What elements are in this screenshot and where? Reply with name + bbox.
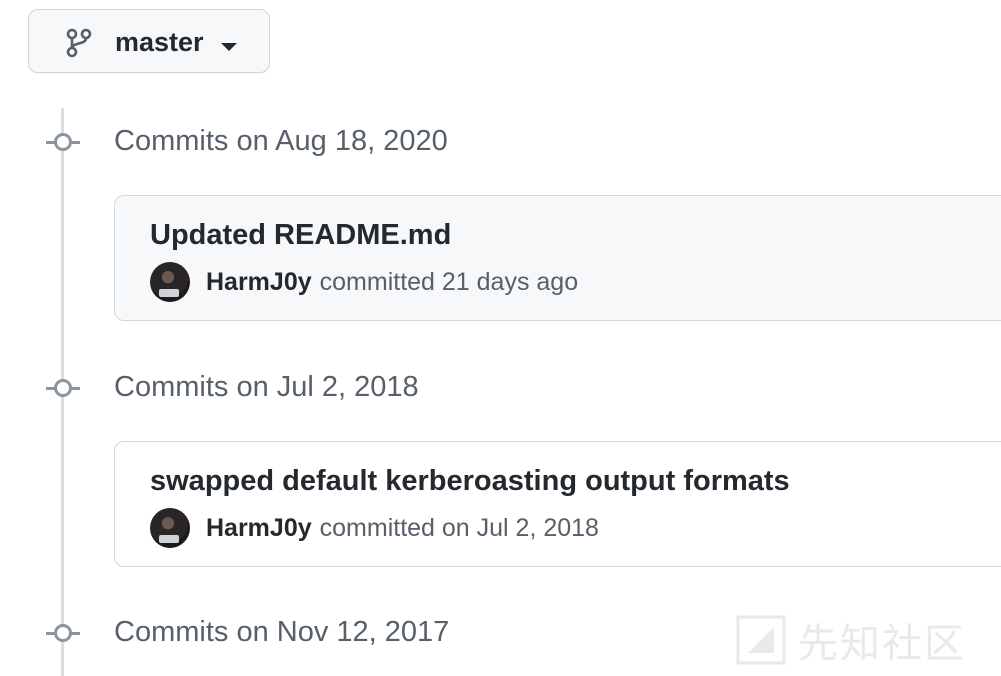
commit-group-heading: Commits on Nov 12, 2017 <box>114 616 450 648</box>
commit-item: swapped default kerberoasting output for… <box>114 441 1001 567</box>
git-branch-icon <box>66 28 92 58</box>
watermark-logo-icon <box>736 615 786 665</box>
triangle-down-icon <box>221 43 237 51</box>
watermark-text: 先知社区 <box>798 621 966 667</box>
commit-item: Updated README.md HarmJ0y committed 21 d… <box>114 195 1001 321</box>
commit-title-link[interactable]: swapped default kerberoasting output for… <box>150 464 790 498</box>
commit-meta: HarmJ0y committed 21 days ago <box>150 262 578 302</box>
commit-author-link[interactable]: HarmJ0y <box>206 514 312 543</box>
commit-group-heading: Commits on Aug 18, 2020 <box>114 125 448 157</box>
commit-group-heading: Commits on Jul 2, 2018 <box>114 371 419 403</box>
watermark: 先知社区 <box>736 612 966 668</box>
commit-meta: HarmJ0y committed on Jul 2, 2018 <box>150 508 599 548</box>
commit-group-icon <box>46 379 80 397</box>
commit-group-icon <box>46 133 80 151</box>
commits-page: master Commits on Aug 18, 2020 Updated R… <box>0 0 1001 676</box>
commit-time: committed on Jul 2, 2018 <box>319 513 599 542</box>
branch-name: master <box>115 27 204 57</box>
branch-select-button[interactable]: master <box>28 9 270 73</box>
avatar[interactable] <box>150 508 190 548</box>
commit-time: committed 21 days ago <box>319 267 579 296</box>
avatar[interactable] <box>150 262 190 302</box>
commit-title-link[interactable]: Updated README.md <box>150 218 451 252</box>
commit-group-icon <box>46 624 80 642</box>
commit-author-link[interactable]: HarmJ0y <box>206 268 312 297</box>
